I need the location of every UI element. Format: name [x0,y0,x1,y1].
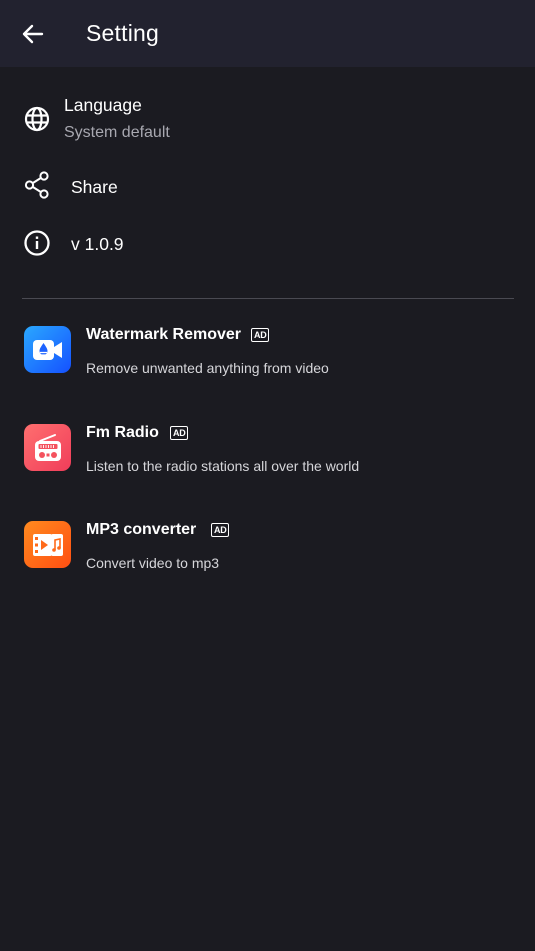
mp3-converter-app-icon [24,521,71,568]
share-icon [23,171,51,199]
language-label: Language [64,95,142,115]
page-title: Setting [86,20,160,46]
app-description: Listen to the radio stations all over th… [86,458,360,474]
app-bar: Setting [0,0,535,67]
arrow-left-icon [22,24,44,44]
app-description: Remove unwanted anything from video [86,360,329,376]
info-icon [23,229,51,257]
app-name: Watermark Remover [86,326,242,343]
language-setting-row[interactable]: Language System default [0,88,535,150]
back-button[interactable] [16,17,50,51]
app-name: MP3 converter [86,521,197,538]
watermark-remover-app-icon [24,326,71,373]
promoted-app-watermark-remover[interactable]: Watermark Remover AD Remove unwanted any… [0,326,535,406]
ad-badge: AD [251,328,270,342]
share-setting-row[interactable]: Share [0,166,535,206]
app-description: Convert video to mp3 [86,555,220,571]
promoted-app-fm-radio[interactable]: Fm Radio AD Listen to the radio stations… [0,424,535,504]
promoted-app-mp3-converter[interactable]: MP3 converter AD Convert video to mp3 [0,521,535,601]
section-divider [22,298,514,299]
ad-badge: AD [170,426,189,440]
version-label: v 1.0.9 [71,234,124,254]
radio-app-icon [24,424,71,471]
globe-icon [23,105,51,133]
version-setting-row[interactable]: v 1.0.9 [0,224,535,264]
app-name: Fm Radio [86,424,159,441]
ad-badge: AD [211,523,230,537]
share-label: Share [71,177,118,197]
language-value: System default [64,124,170,141]
